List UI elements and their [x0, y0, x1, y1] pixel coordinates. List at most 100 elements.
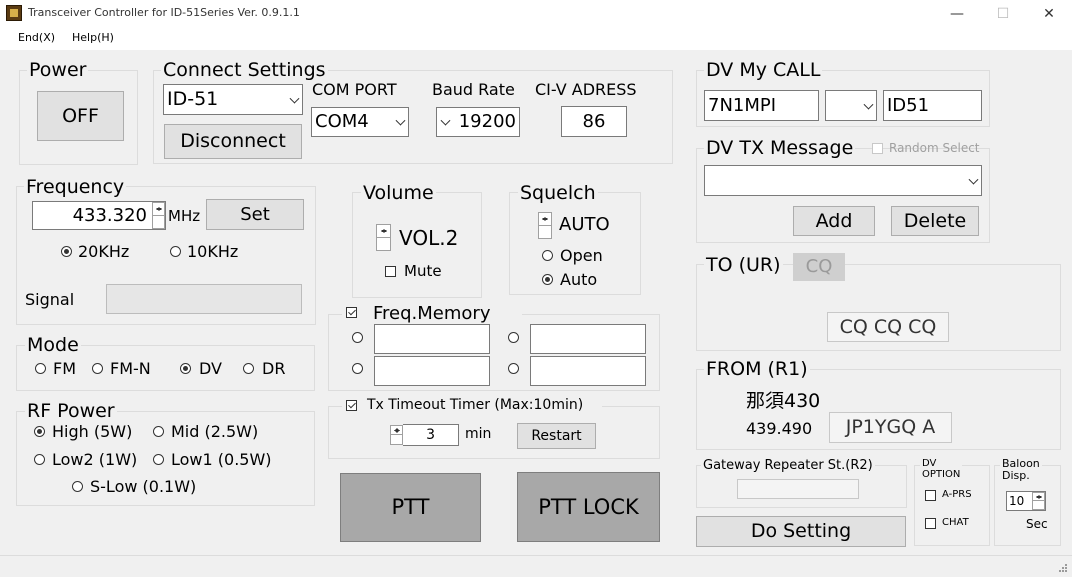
my-call-memo-input[interactable]: ID51 — [883, 90, 982, 121]
com-port-label: COM PORT — [312, 80, 397, 99]
volume-value: VOL.2 — [399, 226, 459, 250]
mute-checkbox[interactable] — [385, 266, 396, 277]
resize-grip-icon[interactable] — [1058, 563, 1068, 573]
squelch-auto-radio[interactable] — [542, 274, 553, 285]
my-call-suffix-select[interactable] — [825, 90, 877, 121]
mode-label: Mode — [25, 334, 81, 356]
memory-2-field[interactable] — [530, 324, 646, 354]
from-r1-call: JP1YGQ A — [829, 412, 952, 443]
com-port-select[interactable]: COM4 — [311, 107, 409, 137]
random-select-checkbox[interactable] — [872, 143, 883, 154]
tx-timeout-unit: min — [465, 426, 492, 442]
mode-dv-radio[interactable] — [180, 363, 191, 374]
squelch-open-label: Open — [560, 246, 603, 265]
frequency-spinner[interactable] — [152, 202, 165, 229]
model-select[interactable]: ID-51 — [163, 84, 303, 115]
memory-4-radio[interactable] — [508, 363, 519, 374]
freq-memory-label: Freq.Memory — [373, 303, 491, 324]
random-select-label: Random Select — [889, 141, 980, 155]
rf-low2-radio[interactable] — [34, 454, 45, 465]
mute-label: Mute — [404, 262, 442, 280]
ptt-lock-button[interactable]: PTT LOCK — [517, 472, 660, 542]
baud-rate-value: 19200 — [458, 111, 516, 132]
tx-timeout-input[interactable]: 3 — [403, 424, 459, 446]
aprs-label: A-PRS — [942, 489, 972, 500]
restart-button[interactable]: Restart — [517, 423, 596, 449]
chevron-down-icon — [289, 93, 300, 104]
do-setting-button[interactable]: Do Setting — [696, 516, 906, 547]
mode-fmn-label: FM-N — [110, 359, 151, 378]
mode-fm-label: FM — [53, 359, 77, 378]
frequency-unit: MHz — [168, 207, 201, 225]
delete-message-button[interactable]: Delete — [891, 206, 979, 236]
rf-high-label: High (5W) — [52, 422, 133, 441]
mode-dv-label: DV — [199, 359, 222, 378]
frequency-label: Frequency — [24, 176, 127, 198]
chat-label: CHAT — [942, 517, 969, 528]
ptt-button[interactable]: PTT — [340, 473, 481, 542]
from-r1-frequency: 439.490 — [746, 419, 813, 438]
frequency-input[interactable]: 433.320 — [32, 201, 166, 230]
memory-2-radio[interactable] — [508, 332, 519, 343]
rf-low1-radio[interactable] — [153, 454, 164, 465]
disconnect-button[interactable]: Disconnect — [164, 124, 302, 159]
set-frequency-button[interactable]: Set — [206, 199, 304, 230]
aprs-checkbox[interactable] — [925, 490, 936, 501]
volume-label: Volume — [361, 182, 436, 204]
volume-spinner[interactable] — [376, 224, 391, 251]
to-ur-value: CQ CQ CQ — [827, 312, 949, 342]
squelch-auto-label: Auto — [560, 270, 598, 289]
mode-dr-radio[interactable] — [243, 363, 254, 374]
chevron-down-icon — [968, 174, 979, 185]
model-value: ID-51 — [167, 88, 219, 110]
rf-low2-label: Low2 (1W) — [52, 450, 138, 469]
gateway-label: Gateway Repeater St.(R2) — [701, 455, 875, 477]
menu-help[interactable]: Help(H) — [72, 31, 114, 44]
mode-fm-radio[interactable] — [35, 363, 46, 374]
memory-3-radio[interactable] — [352, 363, 363, 374]
menu-end[interactable]: End(X) — [18, 31, 55, 44]
rf-low1-label: Low1 (0.5W) — [171, 450, 272, 469]
chevron-down-icon — [440, 115, 451, 126]
from-r1-label: FROM (R1) — [704, 358, 810, 380]
to-ur-badge: CQ — [793, 253, 845, 281]
mode-dr-label: DR — [262, 359, 286, 378]
menu-bar — [0, 28, 1072, 50]
memory-1-field[interactable] — [374, 324, 490, 354]
chevron-down-icon — [395, 115, 406, 126]
rf-mid-label: Mid (2.5W) — [171, 422, 259, 441]
maximize-button[interactable]: ☐ — [980, 2, 1026, 26]
memory-1-radio[interactable] — [352, 332, 363, 343]
step-10khz-radio[interactable] — [170, 246, 181, 257]
add-message-button[interactable]: Add — [793, 206, 875, 236]
my-call-input[interactable]: 7N1MPI — [704, 90, 819, 121]
com-port-value: COM4 — [315, 111, 369, 132]
tx-message-select[interactable] — [704, 165, 982, 196]
civ-address-field[interactable]: 86 — [561, 106, 627, 137]
balloon-spinner[interactable] — [1032, 492, 1045, 510]
chevron-down-icon — [863, 99, 874, 110]
tx-timeout-spinner[interactable] — [390, 425, 403, 445]
memory-4-field[interactable] — [530, 356, 646, 386]
power-off-button[interactable]: OFF — [37, 91, 124, 141]
close-button[interactable]: ✕ — [1026, 2, 1072, 26]
rf-slow-radio[interactable] — [72, 481, 83, 492]
dv-my-call-label: DV My CALL — [704, 59, 823, 81]
dv-tx-message-label: DV TX Message — [704, 137, 856, 159]
chat-checkbox[interactable] — [925, 518, 936, 529]
rf-mid-radio[interactable] — [153, 426, 164, 437]
squelch-open-radio[interactable] — [542, 250, 553, 261]
squelch-spinner[interactable] — [538, 212, 552, 239]
signal-meter — [106, 284, 302, 314]
mode-fmn-radio[interactable] — [92, 363, 103, 374]
baud-rate-select[interactable]: 19200 — [436, 107, 520, 137]
freq-memory-checkbox[interactable] — [346, 307, 357, 318]
tx-timeout-checkbox[interactable] — [346, 400, 357, 411]
from-r1-name: 那須430 — [746, 390, 821, 412]
baud-rate-label: Baud Rate — [432, 80, 515, 99]
minimize-button[interactable]: — — [934, 2, 980, 26]
step-20khz-radio[interactable] — [61, 246, 72, 257]
memory-3-field[interactable] — [374, 356, 490, 386]
rf-high-radio[interactable] — [34, 426, 45, 437]
balloon-unit: Sec — [1026, 517, 1048, 531]
